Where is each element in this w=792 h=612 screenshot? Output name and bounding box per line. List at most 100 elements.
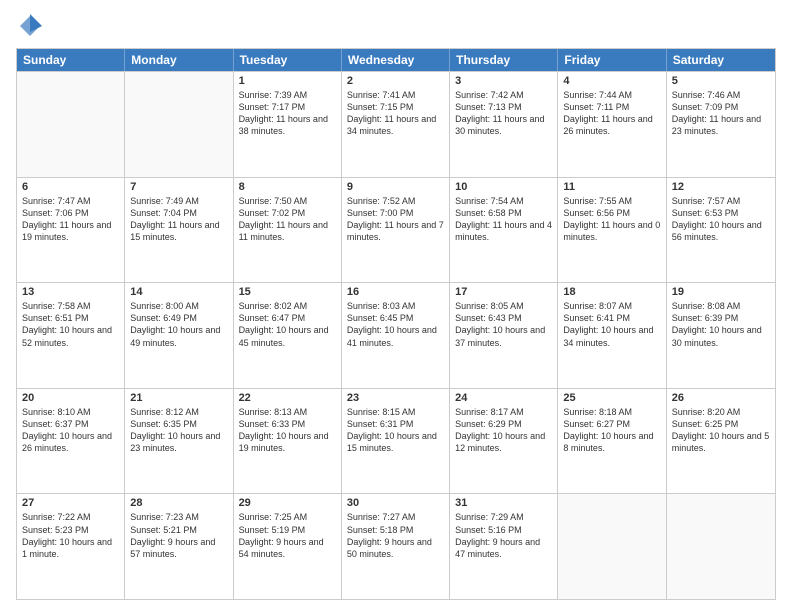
day-info: Sunrise: 7:50 AMSunset: 7:02 PMDaylight:…	[239, 195, 336, 244]
calendar-cell: 15 Sunrise: 8:02 AMSunset: 6:47 PMDayligh…	[234, 283, 342, 388]
calendar-cell: 2 Sunrise: 7:41 AMSunset: 7:15 PMDaylight…	[342, 72, 450, 177]
calendar-cell: 11 Sunrise: 7:55 AMSunset: 6:56 PMDayligh…	[558, 178, 666, 283]
calendar-day-header: Friday	[558, 49, 666, 71]
calendar-day-header: Thursday	[450, 49, 558, 71]
day-number: 25	[563, 392, 660, 404]
calendar-cell: 24Sunrise: 8:17 AMSunset: 6:29 PMDayligh…	[450, 389, 558, 494]
calendar-header: SundayMondayTuesdayWednesdayThursdayFrid…	[17, 49, 775, 71]
day-number: 16	[347, 286, 444, 298]
calendar-cell: 1 Sunrise: 7:39 AMSunset: 7:17 PMDaylight…	[234, 72, 342, 177]
day-info: Sunrise: 7:55 AMSunset: 6:56 PMDaylight:…	[563, 195, 660, 244]
day-info: Sunrise: 7:47 AMSunset: 7:06 PMDaylight:…	[22, 195, 119, 244]
day-number: 11	[563, 181, 660, 193]
day-number: 23	[347, 392, 444, 404]
day-info: Sunrise: 7:22 AMSunset: 5:23 PMDaylight:…	[22, 511, 119, 560]
day-info: Sunrise: 8:07 AMSunset: 6:41 PMDaylight:…	[563, 300, 660, 349]
day-info: Sunrise: 7:44 AMSunset: 7:11 PMDaylight:…	[563, 89, 660, 138]
calendar-cell: 14Sunrise: 8:00 AMSunset: 6:49 PMDayligh…	[125, 283, 233, 388]
day-number: 22	[239, 392, 336, 404]
calendar-cell: 22 Sunrise: 8:13 AMSunset: 6:33 PMDayligh…	[234, 389, 342, 494]
day-number: 24	[455, 392, 552, 404]
calendar-cell: 31 Sunrise: 7:29 AMSunset: 5:16 PMDayligh…	[450, 494, 558, 599]
day-number: 1	[239, 75, 336, 87]
calendar-cell: 20 Sunrise: 8:10 AMSunset: 6:37 PMDayligh…	[17, 389, 125, 494]
day-number: 17	[455, 286, 552, 298]
calendar-cell: 10 Sunrise: 7:54 AMSunset: 6:58 PMDayligh…	[450, 178, 558, 283]
calendar-cell: 9 Sunrise: 7:52 AMSunset: 7:00 PMDaylight…	[342, 178, 450, 283]
day-info: Sunrise: 7:29 AMSunset: 5:16 PMDaylight:…	[455, 511, 552, 560]
day-number: 7	[130, 181, 227, 193]
calendar-cell: 21 Sunrise: 8:12 AMSunset: 6:35 PMDayligh…	[125, 389, 233, 494]
calendar-row: 27 Sunrise: 7:22 AMSunset: 5:23 PMDayligh…	[17, 493, 775, 599]
day-info: Sunrise: 8:15 AMSunset: 6:31 PMDaylight:…	[347, 406, 444, 455]
day-info: Sunrise: 7:27 AMSunset: 5:18 PMDaylight:…	[347, 511, 444, 560]
calendar-cell: 7Sunrise: 7:49 AMSunset: 7:04 PMDaylight…	[125, 178, 233, 283]
day-info: Sunrise: 7:46 AMSunset: 7:09 PMDaylight:…	[672, 89, 770, 138]
day-number: 2	[347, 75, 444, 87]
calendar-cell: 28 Sunrise: 7:23 AMSunset: 5:21 PMDayligh…	[125, 494, 233, 599]
day-number: 3	[455, 75, 552, 87]
day-number: 13	[22, 286, 119, 298]
calendar-cell: 3 Sunrise: 7:42 AMSunset: 7:13 PMDaylight…	[450, 72, 558, 177]
calendar-cell: 25 Sunrise: 8:18 AMSunset: 6:27 PMDayligh…	[558, 389, 666, 494]
day-info: Sunrise: 8:10 AMSunset: 6:37 PMDaylight:…	[22, 406, 119, 455]
day-info: Sunrise: 7:58 AMSunset: 6:51 PMDaylight:…	[22, 300, 119, 349]
calendar-cell: 30Sunrise: 7:27 AMSunset: 5:18 PMDayligh…	[342, 494, 450, 599]
calendar-cell: 19Sunrise: 8:08 AMSunset: 6:39 PMDayligh…	[667, 283, 775, 388]
day-info: Sunrise: 8:12 AMSunset: 6:35 PMDaylight:…	[130, 406, 227, 455]
day-number: 12	[672, 181, 770, 193]
calendar-cell-empty	[17, 72, 125, 177]
calendar-day-header: Sunday	[17, 49, 125, 71]
day-number: 9	[347, 181, 444, 193]
day-number: 20	[22, 392, 119, 404]
calendar-day-header: Monday	[125, 49, 233, 71]
calendar-cell: 8 Sunrise: 7:50 AMSunset: 7:02 PMDaylight…	[234, 178, 342, 283]
day-info: Sunrise: 8:08 AMSunset: 6:39 PMDaylight:…	[672, 300, 770, 349]
calendar-cell: 5Sunrise: 7:46 AMSunset: 7:09 PMDaylight…	[667, 72, 775, 177]
day-number: 26	[672, 392, 770, 404]
calendar-cell: 29Sunrise: 7:25 AMSunset: 5:19 PMDayligh…	[234, 494, 342, 599]
calendar-cell-empty	[125, 72, 233, 177]
calendar-cell: 26 Sunrise: 8:20 AMSunset: 6:25 PMDayligh…	[667, 389, 775, 494]
logo-icon	[16, 12, 44, 40]
day-number: 28	[130, 497, 227, 509]
day-info: Sunrise: 8:03 AMSunset: 6:45 PMDaylight:…	[347, 300, 444, 349]
day-info: Sunrise: 8:02 AMSunset: 6:47 PMDaylight:…	[239, 300, 336, 349]
day-number: 27	[22, 497, 119, 509]
calendar-row: 6 Sunrise: 7:47 AMSunset: 7:06 PMDaylight…	[17, 177, 775, 283]
day-number: 18	[563, 286, 660, 298]
day-number: 6	[22, 181, 119, 193]
day-info: Sunrise: 7:52 AMSunset: 7:00 PMDaylight:…	[347, 195, 444, 244]
calendar-cell-empty	[667, 494, 775, 599]
calendar-day-header: Tuesday	[234, 49, 342, 71]
day-number: 31	[455, 497, 552, 509]
day-info: Sunrise: 7:23 AMSunset: 5:21 PMDaylight:…	[130, 511, 227, 560]
day-number: 14	[130, 286, 227, 298]
calendar-day-header: Saturday	[667, 49, 775, 71]
logo	[16, 12, 48, 40]
day-number: 21	[130, 392, 227, 404]
day-info: Sunrise: 7:41 AMSunset: 7:15 PMDaylight:…	[347, 89, 444, 138]
day-info: Sunrise: 8:13 AMSunset: 6:33 PMDaylight:…	[239, 406, 336, 455]
day-info: Sunrise: 7:25 AMSunset: 5:19 PMDaylight:…	[239, 511, 336, 560]
calendar-cell: 18 Sunrise: 8:07 AMSunset: 6:41 PMDayligh…	[558, 283, 666, 388]
calendar-cell: 13 Sunrise: 7:58 AMSunset: 6:51 PMDayligh…	[17, 283, 125, 388]
header	[16, 12, 776, 40]
calendar-cell: 12Sunrise: 7:57 AMSunset: 6:53 PMDayligh…	[667, 178, 775, 283]
day-number: 4	[563, 75, 660, 87]
day-number: 10	[455, 181, 552, 193]
calendar-cell: 17 Sunrise: 8:05 AMSunset: 6:43 PMDayligh…	[450, 283, 558, 388]
day-number: 15	[239, 286, 336, 298]
calendar-cell-empty	[558, 494, 666, 599]
day-info: Sunrise: 7:39 AMSunset: 7:17 PMDaylight:…	[239, 89, 336, 138]
day-info: Sunrise: 8:20 AMSunset: 6:25 PMDaylight:…	[672, 406, 770, 455]
day-info: Sunrise: 7:54 AMSunset: 6:58 PMDaylight:…	[455, 195, 552, 244]
calendar-row: 1 Sunrise: 7:39 AMSunset: 7:17 PMDaylight…	[17, 71, 775, 177]
day-info: Sunrise: 8:18 AMSunset: 6:27 PMDaylight:…	[563, 406, 660, 455]
day-info: Sunrise: 8:05 AMSunset: 6:43 PMDaylight:…	[455, 300, 552, 349]
day-info: Sunrise: 7:42 AMSunset: 7:13 PMDaylight:…	[455, 89, 552, 138]
calendar-day-header: Wednesday	[342, 49, 450, 71]
calendar-cell: 4 Sunrise: 7:44 AMSunset: 7:11 PMDaylight…	[558, 72, 666, 177]
calendar-cell: 23 Sunrise: 8:15 AMSunset: 6:31 PMDayligh…	[342, 389, 450, 494]
day-number: 8	[239, 181, 336, 193]
